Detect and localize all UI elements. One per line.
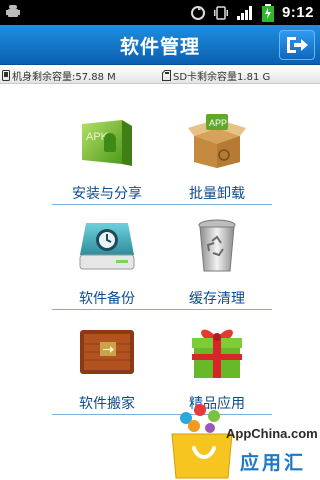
app-header: 软件管理 [0, 25, 320, 65]
tile-label: 批量卸载 [189, 186, 245, 202]
sd-storage-label: SD卡剩余容量1.81 G [173, 72, 271, 83]
battery-icon [261, 3, 274, 22]
android-debug-icon [6, 5, 20, 17]
trash-icon [198, 219, 236, 272]
tile-underline [162, 309, 272, 310]
phone-storage: 机身剩余容量:57.88 M [2, 68, 116, 83]
sd-storage: SD卡剩余容量1.81 G [162, 68, 270, 83]
appchina-badge[interactable]: AppChina.com 应用汇 [170, 400, 320, 480]
storage-info-bar: 机身剩余容量:57.88 M SD卡剩余容量1.81 G [0, 66, 320, 84]
appchina-cn-label: 应用汇 [240, 452, 307, 474]
phone-icon [2, 70, 10, 81]
phone-storage-label: 机身剩余容量:57.88 M [12, 72, 116, 83]
tile-cache-clean[interactable]: 缓存清理 [162, 215, 272, 310]
sync-icon [190, 5, 205, 20]
svg-text:APP: APP [209, 118, 227, 128]
signal-icon [236, 5, 252, 20]
gift-icon [192, 329, 242, 378]
tile-software-move[interactable]: 软件搬家 [52, 320, 162, 415]
exit-button[interactable] [279, 30, 315, 60]
tile-underline [52, 204, 162, 205]
move-box-icon [80, 330, 134, 374]
app-box-icon: APP [188, 114, 246, 168]
page-title: 软件管理 [119, 36, 200, 58]
tile-label: 软件搬家 [79, 396, 135, 412]
exit-icon [287, 37, 308, 53]
apk-install-icon: APK [82, 120, 132, 166]
vibrate-icon [213, 5, 228, 20]
tile-install-share[interactable]: APK 安装与分享 [52, 110, 162, 205]
backup-drive-icon [79, 223, 135, 270]
tile-software-backup[interactable]: 软件备份 [52, 215, 162, 310]
tile-label: 安装与分享 [72, 186, 142, 202]
tile-label: 软件备份 [79, 291, 135, 307]
tile-batch-uninstall[interactable]: APP 批量卸载 [162, 110, 272, 205]
clock: 9:12 [281, 4, 314, 21]
appchina-brand: AppChina.com [226, 426, 318, 441]
tile-label: 缓存清理 [189, 291, 245, 307]
sd-card-icon [162, 70, 171, 81]
status-bar: 9:12 [0, 0, 320, 25]
tile-underline [52, 414, 162, 415]
tile-underline [162, 204, 272, 205]
tile-underline [52, 309, 162, 310]
